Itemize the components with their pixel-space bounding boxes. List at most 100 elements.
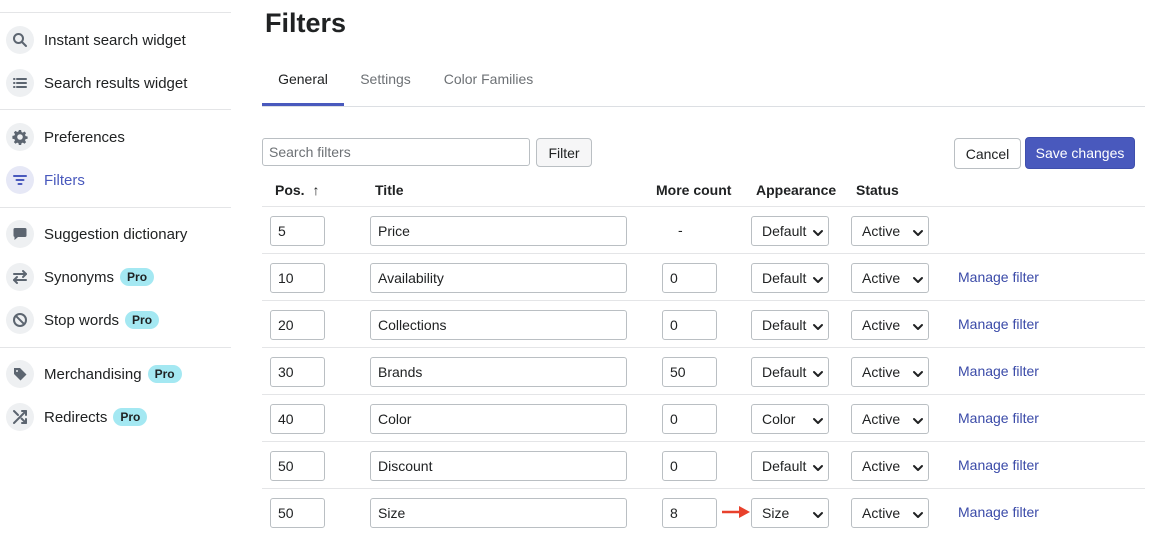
sidebar-item-label: Merchandising: [44, 365, 142, 383]
manage-filter-link[interactable]: Manage filter: [958, 269, 1039, 285]
sidebar-item-label: Instant search widget: [44, 31, 186, 49]
manage-filter-link[interactable]: Manage filter: [958, 410, 1039, 426]
position-input[interactable]: [270, 216, 325, 246]
more-count-input[interactable]: [662, 451, 717, 481]
table-row: Size Active Manage filter: [262, 488, 1145, 536]
more-count-input[interactable]: [662, 404, 717, 434]
position-input[interactable]: [270, 310, 325, 340]
sort-ascending-icon: ↑: [312, 182, 320, 198]
more-count-input[interactable]: [662, 310, 717, 340]
more-count-value: -: [678, 222, 683, 238]
appearance-select-value: Default: [762, 364, 807, 380]
sidebar: Instant search widget Search results wid…: [0, 0, 232, 536]
chevron-down-icon: [912, 461, 924, 473]
appearance-select[interactable]: Default: [751, 357, 829, 387]
tab-settings[interactable]: Settings: [351, 62, 420, 105]
chevron-down-icon: [912, 320, 924, 332]
tab-general[interactable]: General: [262, 62, 344, 106]
appearance-select-value: Default: [762, 270, 807, 286]
title-input[interactable]: [370, 498, 627, 528]
sidebar-item-label: Search results widget: [44, 74, 188, 92]
column-header-title: Title: [375, 182, 404, 198]
title-input[interactable]: [370, 263, 627, 293]
chevron-down-icon: [912, 226, 924, 238]
position-input[interactable]: [270, 498, 325, 528]
chevron-down-icon: [812, 461, 824, 473]
position-input[interactable]: [270, 263, 325, 293]
position-input[interactable]: [270, 404, 325, 434]
cancel-button[interactable]: Cancel: [954, 138, 1021, 169]
chevron-down-icon: [812, 414, 824, 426]
sidebar-item-instant-search-widget[interactable]: Instant search widget: [6, 24, 186, 56]
tab-color-families[interactable]: Color Families: [436, 62, 541, 105]
block-icon: [6, 306, 34, 334]
search-input[interactable]: [262, 138, 530, 166]
manage-filter-link[interactable]: Manage filter: [958, 363, 1039, 379]
manage-filter-link[interactable]: Manage filter: [958, 504, 1039, 520]
sidebar-item-label: Redirects: [44, 408, 108, 426]
manage-filter-link[interactable]: Manage filter: [958, 316, 1039, 332]
table-row: Default Active Manage filter: [262, 347, 1145, 395]
title-input[interactable]: [370, 357, 627, 387]
title-input[interactable]: [370, 310, 627, 340]
save-changes-button[interactable]: Save changes: [1025, 137, 1135, 169]
status-select-value: Active: [862, 505, 901, 521]
status-select[interactable]: Active: [851, 357, 929, 387]
manage-filter-link[interactable]: Manage filter: [958, 457, 1039, 473]
appearance-select-value: Size: [762, 505, 790, 521]
title-input[interactable]: [370, 404, 627, 434]
status-select-value: Active: [862, 223, 901, 239]
list-icon: [6, 69, 34, 97]
more-count-input[interactable]: [662, 498, 717, 528]
appearance-select[interactable]: Color: [751, 404, 829, 434]
appearance-select[interactable]: Default: [751, 310, 829, 340]
sidebar-item-label: Filters: [44, 171, 85, 189]
more-count-input[interactable]: [662, 263, 717, 293]
sidebar-item-redirects[interactable]: Redirects Pro: [6, 401, 148, 433]
chevron-down-icon: [912, 367, 924, 379]
sidebar-item-merchandising[interactable]: Merchandising Pro: [6, 358, 182, 390]
table-row: Default Active Manage filter: [262, 253, 1145, 301]
chevron-down-icon: [812, 320, 824, 332]
gear-icon: [6, 123, 34, 151]
sidebar-divider: [0, 207, 231, 208]
appearance-select[interactable]: Default: [751, 216, 829, 246]
status-select[interactable]: Active: [851, 451, 929, 481]
more-count-input[interactable]: [662, 357, 717, 387]
appearance-select[interactable]: Size: [751, 498, 829, 528]
tab-bar: General Settings Color Families: [262, 62, 1145, 107]
status-select[interactable]: Active: [851, 310, 929, 340]
title-input[interactable]: [370, 216, 627, 246]
sidebar-item-filters[interactable]: Filters: [6, 164, 85, 196]
sidebar-item-synonyms[interactable]: Synonyms Pro: [6, 261, 155, 293]
status-select[interactable]: Active: [851, 216, 929, 246]
sidebar-item-label: Suggestion dictionary: [44, 225, 188, 243]
title-input[interactable]: [370, 451, 627, 481]
column-header-pos[interactable]: Pos. ↑: [275, 182, 319, 198]
chevron-down-icon: [912, 414, 924, 426]
sidebar-item-preferences[interactable]: Preferences: [6, 121, 125, 153]
sidebar-item-suggestion-dictionary[interactable]: Suggestion dictionary: [6, 218, 187, 250]
chevron-down-icon: [812, 226, 824, 238]
sidebar-item-search-results-widget[interactable]: Search results widget: [6, 67, 187, 99]
chevron-down-icon: [812, 367, 824, 379]
sidebar-item-stop-words[interactable]: Stop words Pro: [6, 304, 160, 336]
appearance-select[interactable]: Default: [751, 263, 829, 293]
appearance-select[interactable]: Default: [751, 451, 829, 481]
column-header-appearance: Appearance: [756, 182, 837, 198]
position-input[interactable]: [270, 451, 325, 481]
swap-icon: [6, 263, 34, 291]
status-select-value: Active: [862, 270, 901, 286]
pro-badge: Pro: [125, 311, 160, 329]
status-select-value: Active: [862, 317, 901, 333]
filter-button[interactable]: Filter: [536, 138, 592, 167]
sidebar-divider: [0, 109, 231, 110]
position-input[interactable]: [270, 357, 325, 387]
status-select[interactable]: Active: [851, 263, 929, 293]
status-select[interactable]: Active: [851, 498, 929, 528]
sidebar-item-label: Stop words: [44, 311, 120, 329]
status-select[interactable]: Active: [851, 404, 929, 434]
pro-badge: Pro: [113, 408, 148, 426]
table-row: Color Active Manage filter: [262, 394, 1145, 442]
column-header-more-count: More count: [656, 182, 732, 198]
